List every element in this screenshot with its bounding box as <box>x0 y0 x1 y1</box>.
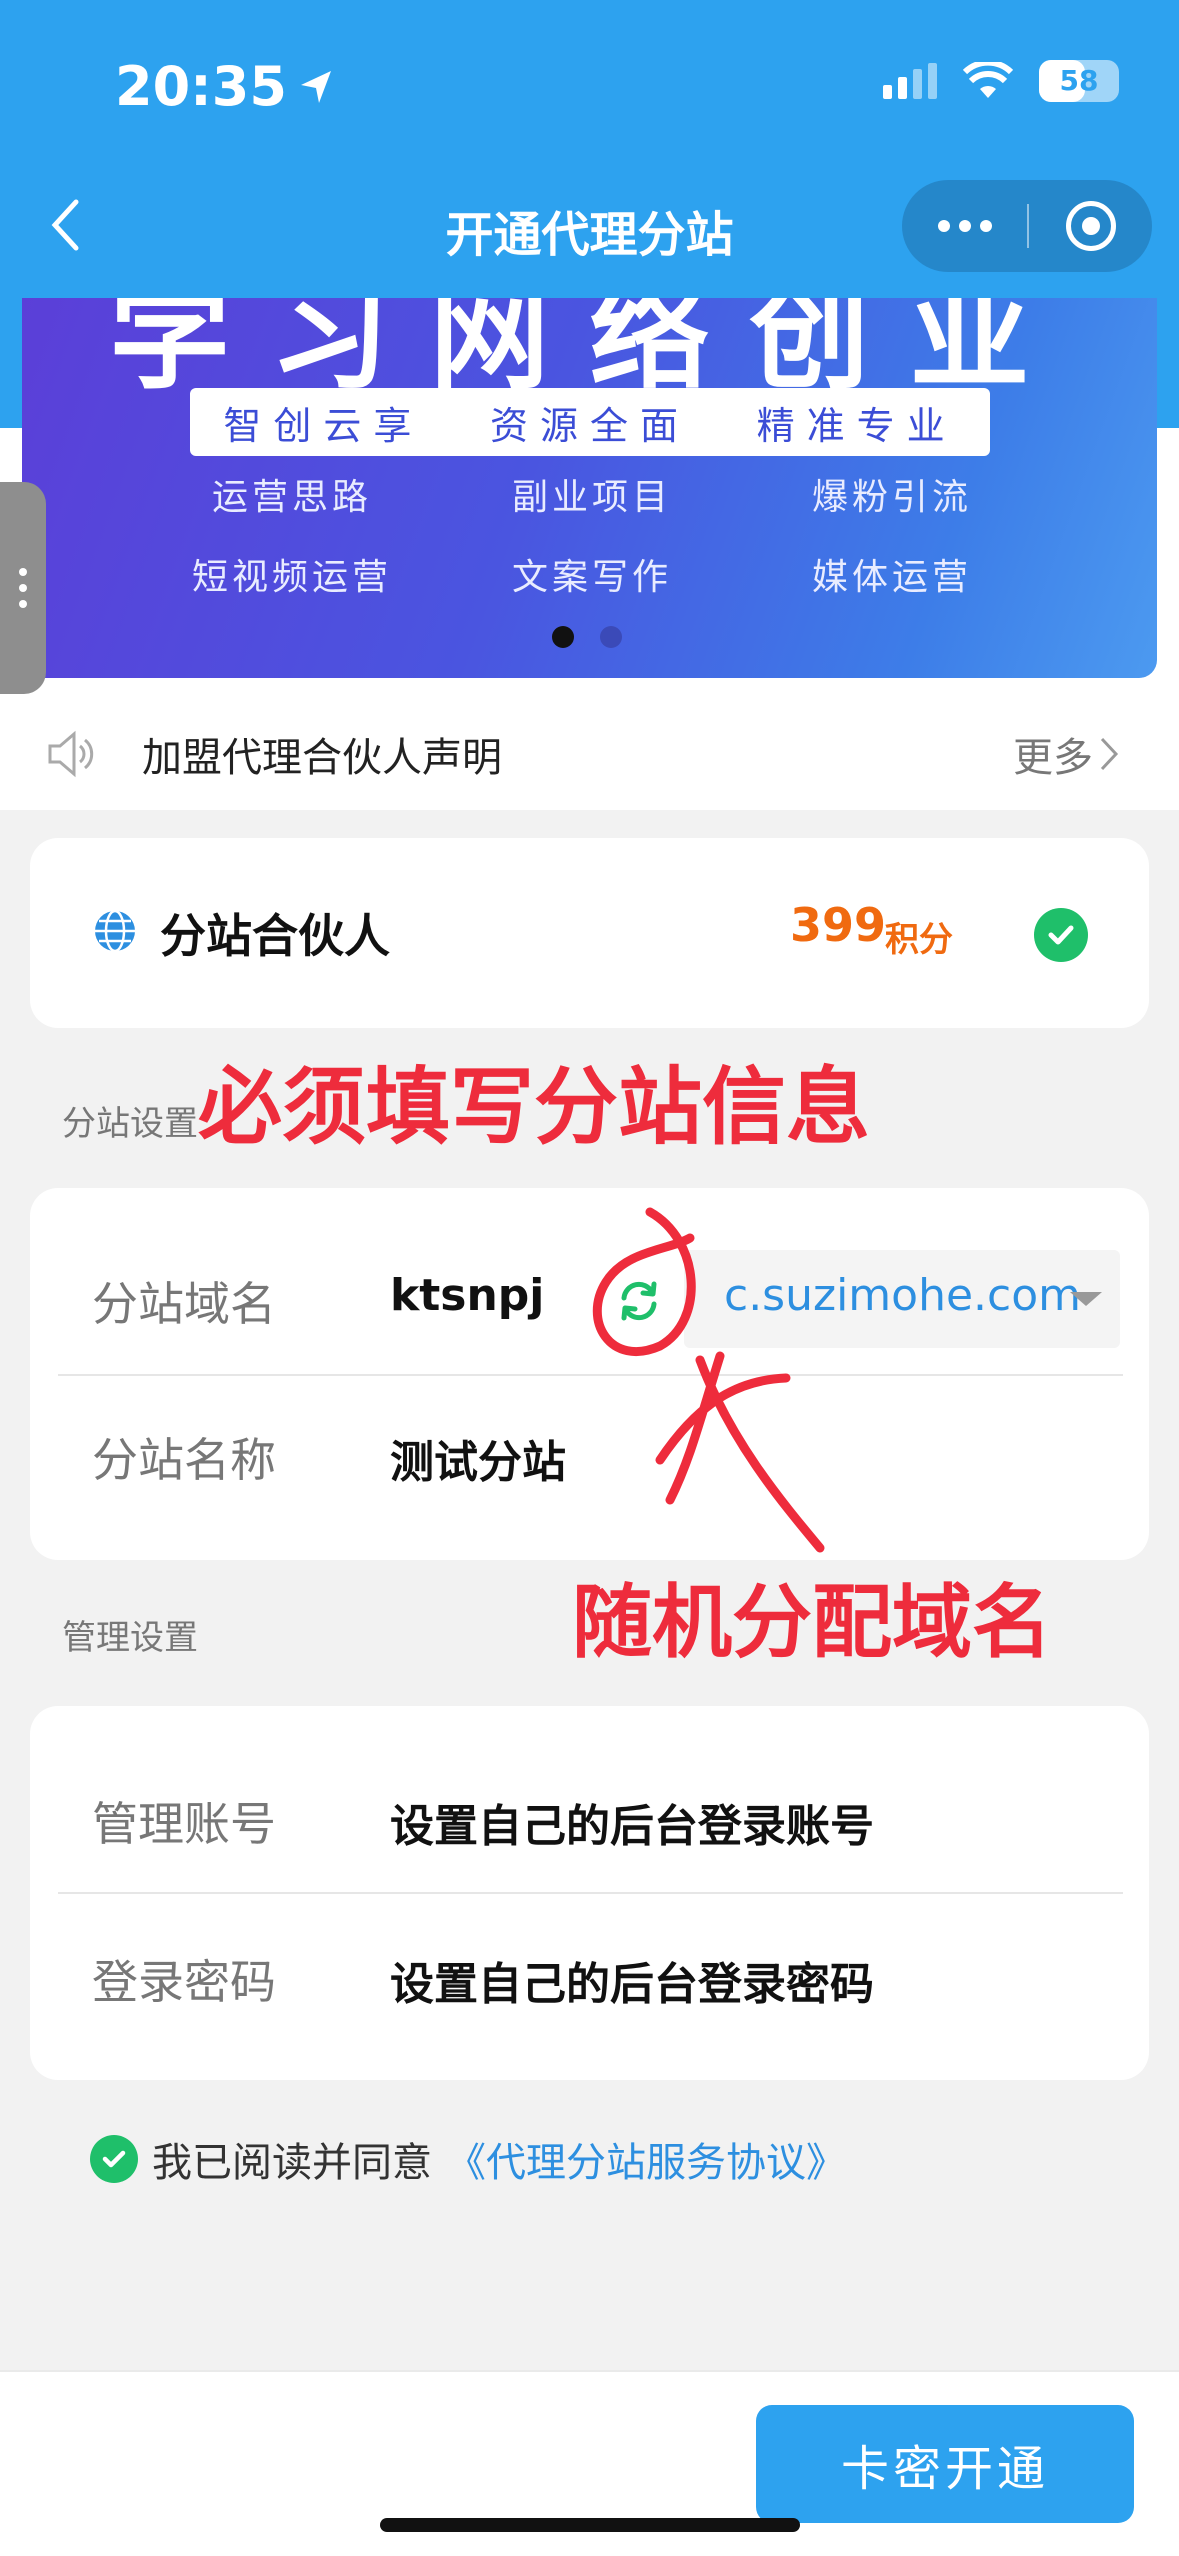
domain-input[interactable]: ktsnpj <box>390 1270 544 1321</box>
more-label: 更多 <box>1013 735 1093 781</box>
target-icon <box>1065 201 1116 251</box>
admin-settings-title: 管理设置 <box>62 1618 198 1658</box>
password-input[interactable]: 设置自己的后台登录密码 <box>390 1948 874 2012</box>
globe-icon <box>95 909 135 953</box>
banner-strip-item: 资源全面 <box>489 403 690 448</box>
admin-account-input[interactable]: 设置自己的后台登录账号 <box>390 1790 874 1854</box>
carousel-dot[interactable] <box>600 626 622 648</box>
battery-level: 58 <box>1059 64 1099 97</box>
chevron-right-icon <box>1100 737 1119 771</box>
annotation-required-info: 必须填写分站信息 <box>198 1058 871 1156</box>
agreement-link[interactable]: 《代理分站服务协议》 <box>446 2130 846 2188</box>
partner-plan-unit: 积分 <box>885 920 953 960</box>
admin-settings-card: 管理账号 设置自己的后台登录账号 登录密码 设置自己的后台登录密码 <box>30 1706 1149 2080</box>
cellular-signal-icon <box>883 63 937 99</box>
close-miniprogram-button[interactable] <box>1029 180 1152 272</box>
site-settings-card: 分站域名 ktsnpj c.suzimohe.com 分站名称 测试分站 <box>30 1188 1149 1560</box>
more-options-button[interactable] <box>902 180 1027 272</box>
banner-tag: 副业项目 <box>511 477 672 518</box>
carousel-dot-active[interactable] <box>552 626 574 648</box>
promo-banner[interactable]: 学习网络创业 智创云享 资源全面 精准专业 运营思路 副业项目 爆粉引流 短视频… <box>22 298 1157 678</box>
banner-strip-item: 精准专业 <box>756 403 957 448</box>
status-time-text: 20:35 <box>115 55 287 118</box>
selected-check-icon <box>1034 908 1088 962</box>
admin-account-label: 管理账号 <box>92 1797 276 1851</box>
agreement-checkbox[interactable] <box>90 2135 138 2183</box>
domain-suffix-select[interactable]: c.suzimohe.com <box>684 1250 1120 1348</box>
wifi-icon <box>963 62 1013 98</box>
notice-bar[interactable]: 加盟代理合伙人声明 更多 <box>0 700 1179 808</box>
site-settings-title: 分站设置 <box>62 1104 198 1144</box>
site-name-label: 分站名称 <box>92 1433 276 1487</box>
agreement-row: 我已阅读并同意 《代理分站服务协议》 <box>90 2130 846 2188</box>
password-label: 登录密码 <box>92 1955 276 2009</box>
carousel-dots <box>552 626 622 648</box>
domain-suffix-value: c.suzimohe.com <box>724 1270 1082 1321</box>
partner-plan-label: 分站合伙人 <box>160 909 390 963</box>
side-drawer-handle[interactable] <box>0 482 46 694</box>
banner-strip-item: 智创云享 <box>223 403 424 448</box>
site-name-input[interactable]: 测试分站 <box>390 1426 566 1490</box>
miniprogram-capsule <box>902 180 1152 272</box>
notice-more-link[interactable]: 更多 <box>1013 725 1119 783</box>
card-activate-button[interactable]: 卡密开通 <box>756 2405 1134 2523</box>
battery-icon: 58 <box>1039 60 1119 102</box>
banner-tag-grid: 运营思路 副业项目 爆粉引流 短视频运营 文案写作 媒体运营 <box>142 468 1042 600</box>
speaker-icon <box>48 730 94 778</box>
partner-plan-card[interactable]: 分站合伙人 399 积分 <box>30 838 1149 1028</box>
banner-tag: 爆粉引流 <box>811 477 972 518</box>
banner-tag: 媒体运营 <box>811 557 972 598</box>
notice-text: 加盟代理合伙人声明 <box>142 735 502 781</box>
location-arrow-icon <box>300 70 331 103</box>
banner-tag: 文案写作 <box>511 557 672 598</box>
domain-label: 分站域名 <box>92 1277 276 1331</box>
status-time: 20:35 <box>115 55 337 118</box>
top-header: 20:35 58 开通代理分站 <box>0 0 1179 300</box>
annotation-random-domain: 随机分配域名 <box>572 1576 1052 1669</box>
banner-tag: 运营思路 <box>211 477 372 518</box>
status-icons: 58 <box>883 60 1119 102</box>
banner-tagline-strip: 智创云享 资源全面 精准专业 <box>190 388 990 456</box>
refresh-icon[interactable] <box>614 1276 664 1326</box>
partner-plan-price: 399 <box>790 898 887 952</box>
agreement-text: 我已阅读并同意 <box>152 2140 432 2186</box>
caret-down-icon <box>1070 1292 1102 1306</box>
row-divider <box>58 1374 1123 1376</box>
home-indicator <box>380 2518 800 2532</box>
row-divider <box>58 1892 1123 1894</box>
banner-tag: 短视频运营 <box>191 557 392 598</box>
